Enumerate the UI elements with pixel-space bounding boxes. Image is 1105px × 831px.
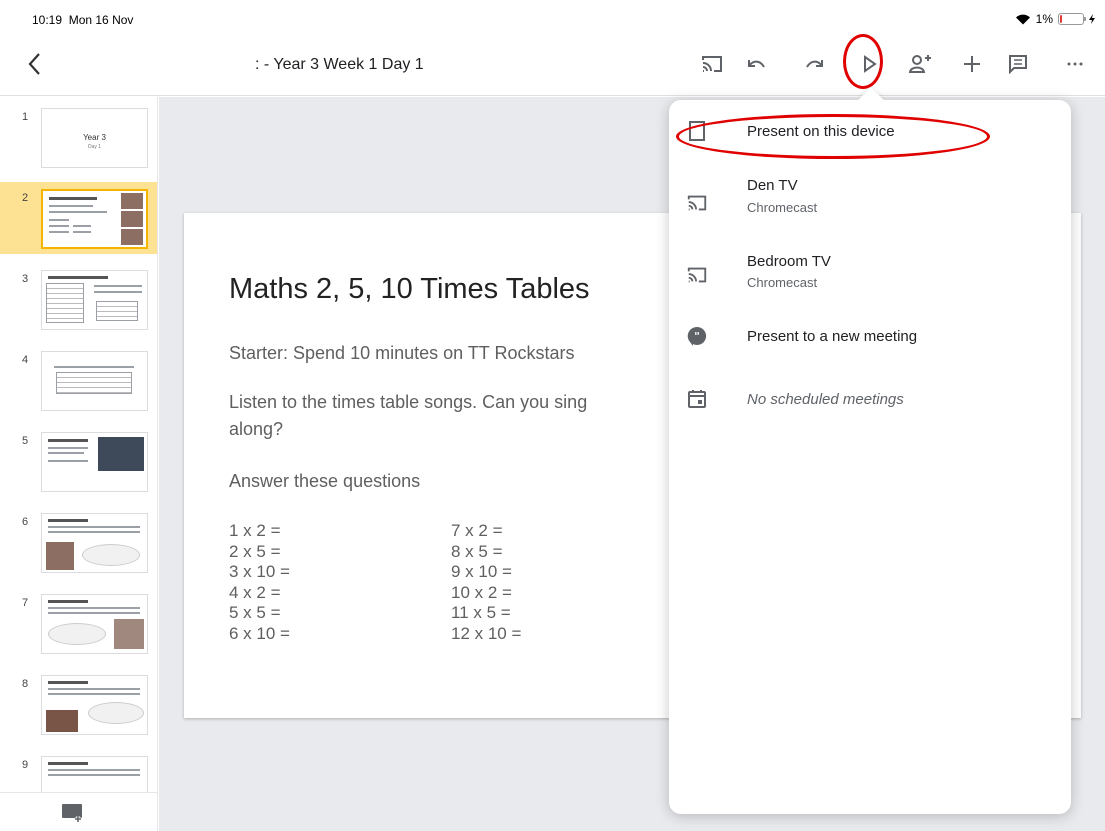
slide-preview [41,351,148,411]
slide-thumbnail-2[interactable]: 2 [0,182,157,254]
questions-column-1: 1 x 2 = 2 x 5 = 3 x 10 = 4 x 2 = 5 x 5 =… [229,521,290,644]
slide-answer-text: Answer these questions [229,471,421,491]
slide-filmstrip[interactable]: 1 Year 3 Day 1 2 3 4 5 6 7 8 9 [0,97,158,831]
slide-number: 2 [22,192,29,204]
status-right: 1% [1015,12,1095,26]
status-time: 10:19 Mon 16 Nov [32,13,134,27]
share-button[interactable] [904,48,936,80]
add-person-icon [908,55,931,73]
slide-title: Maths 2, 5, 10 Times Tables [229,273,590,305]
question-item: 7 x 2 = [451,521,503,540]
slide-number: 5 [22,435,29,447]
bedroom-tv-sublabel: Chromecast [747,275,818,290]
cast-den-tv-item[interactable]: Den TV Chromecast [669,166,1071,236]
question-item: 3 x 10 = [229,562,290,581]
comments-button[interactable] [1002,48,1034,80]
question-item: 9 x 10 = [451,562,512,581]
slide-preview [41,432,148,492]
slide-preview: Year 3 Day 1 [41,108,148,168]
question-item: 5 x 5 = [229,603,281,622]
cast-icon [687,195,707,211]
wifi-icon [1015,14,1030,25]
question-item: 2 x 5 = [229,541,281,561]
document-title: : - Year 3 Week 1 Day 1 [255,56,424,73]
meet-quote-icon: " [687,326,707,346]
slide-number: 9 [22,759,29,771]
cast-icon [687,267,707,283]
top-toolbar: : - Year 3 Week 1 Day 1 [0,32,1105,96]
status-bar: 10:19 Mon 16 Nov 1% [0,0,1105,32]
present-button-highlight [843,34,883,89]
cast-button[interactable] [696,48,728,80]
redo-icon [806,60,823,68]
slide-number: 8 [22,678,29,690]
slide-preview [41,270,148,330]
plus-icon [964,56,980,72]
more-button[interactable] [1059,48,1091,80]
present-on-device-highlight [676,114,990,159]
thumb-subtitle: Day 1 [87,144,102,150]
slide-preview [41,675,148,735]
scheduled-meetings-item: No scheduled meetings [669,376,1071,426]
slide-thumbnail-3[interactable]: 3 [0,263,157,335]
slide-listen-text-1: Listen to the times table songs. Can you… [229,392,588,412]
question-item: 6 x 10 = [229,623,290,643]
calendar-icon [688,390,706,408]
slide-thumbnail-8[interactable]: 8 [0,668,157,740]
cast-bedroom-tv-item[interactable]: Bedroom TV Chromecast [669,240,1071,310]
questions-column-2: 7 x 2 = 8 x 5 = 9 x 10 = 10 x 2 = 11 x 5… [451,521,521,644]
slide-thumbnail-6[interactable]: 6 [0,506,157,578]
question-item: 4 x 2 = [229,582,281,602]
question-item: 11 x 5 = [451,603,511,622]
slide-number: 4 [22,354,29,366]
slide-number: 3 [22,273,29,285]
thumb-title: Year 3 [83,133,106,142]
undo-icon [748,60,765,68]
slide-number: 6 [22,516,29,528]
present-menu: Present on this device Den TV Chromecast… [669,100,1071,814]
den-tv-label: Den TV [747,177,798,194]
undo-button[interactable] [740,48,772,80]
back-arrow-icon[interactable] [22,49,48,79]
slide-thumbnail-4[interactable]: 4 [0,344,157,416]
bedroom-tv-label: Bedroom TV [747,253,831,270]
svg-text:": " [694,330,700,343]
slide-number: 7 [22,597,29,609]
new-meeting-label: Present to a new meeting [747,328,918,345]
battery-percent: 1% [1035,12,1053,26]
den-tv-sublabel: Chromecast [747,200,818,215]
slide-preview [41,189,148,249]
slide-thumbnail-1[interactable]: 1 Year 3 Day 1 [0,101,157,173]
question-item: 8 x 5 = [451,541,503,561]
slide-preview [41,594,148,654]
slide-number: 1 [22,111,29,123]
question-item: 10 x 2 = [451,582,512,602]
slide-thumbnail-5[interactable]: 5 [0,425,157,497]
insert-button[interactable] [956,48,988,80]
filmstrip-footer [0,792,157,831]
slide-listen-text-2: along? [229,419,284,439]
question-item: 1 x 2 = [229,521,281,540]
present-new-meeting-item[interactable]: " Present to a new meeting [669,312,1071,362]
question-item: 12 x 10 = [451,623,522,643]
slide-preview [41,513,148,573]
slide-starter-text: Starter: Spend 10 minutes on TT Rockstar… [229,343,575,363]
no-meetings-label: No scheduled meetings [747,391,904,408]
more-horizontal-icon [1067,62,1083,66]
charging-icon [1089,14,1095,24]
speaker-notes-icon [1009,55,1027,74]
cast-icon [702,56,722,72]
battery-icon [1058,13,1086,25]
redo-button[interactable] [799,48,831,80]
new-slide-icon[interactable] [61,803,85,823]
slide-thumbnail-7[interactable]: 7 [0,587,157,659]
